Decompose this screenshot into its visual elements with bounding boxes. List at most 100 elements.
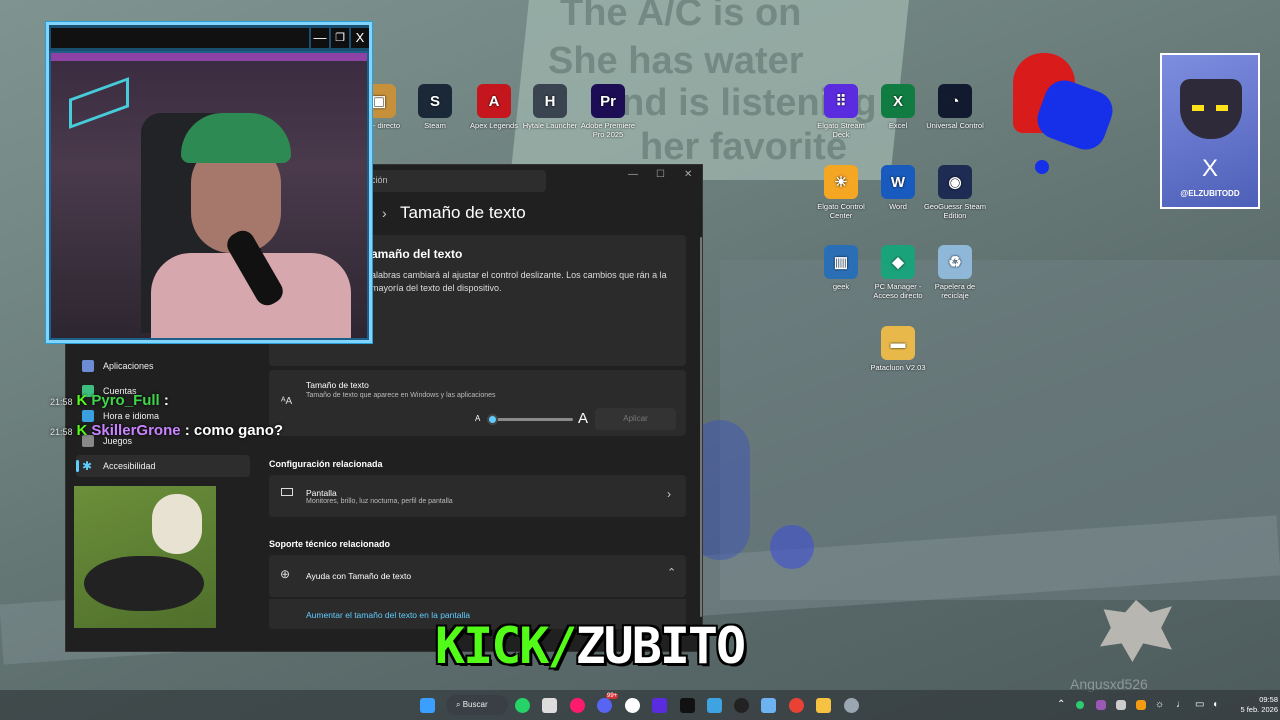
desktop-icon-label: Adobe Premiere Pro 2025 [580,121,636,139]
settings-gear-icon[interactable] [844,698,859,713]
kick-logo-icon: K [76,392,88,409]
minimize-icon[interactable]: — [628,169,638,180]
app-icon: W [881,165,915,199]
social-badge: X @ELZUBITODD [1160,53,1260,209]
sidebar-item-label: Accesibilidad [103,461,156,471]
display-title: Pantalla [306,488,337,498]
taskbar-search[interactable]: ⌕ Buscar [446,695,508,715]
webcam-titlebar[interactable]: — ❐ X [49,25,369,51]
dog-picture [74,486,216,628]
remote-desktop-icon[interactable] [761,698,776,713]
search-icon: ⌕ [456,700,463,709]
stream-deck-icon[interactable] [652,698,667,713]
text-size-description: Tamaño de texto que aparece en Windows y… [306,392,496,399]
maximize-icon[interactable]: ☐ [656,169,665,180]
desktop-icon[interactable]: ▬ Patacluon V2.03 [865,326,931,372]
windows-start-icon[interactable] [420,698,435,713]
display-description: Monitores, brillo, luz nocturna, perfil … [306,498,453,505]
app-icon: A [477,84,511,118]
chat-message: 21:58 K Pyro_Full : [50,392,169,409]
kick-overlay: KICK/ZUBITO [435,617,747,675]
desktop-icon[interactable]: ◉ GeoGuessr Steam Edition [922,165,988,220]
app-icon: ◔ [938,84,972,118]
folder-icon[interactable] [816,698,831,713]
display-link-card[interactable]: Pantalla Monitores, brillo, luz nocturna… [269,475,686,517]
monitor-icon[interactable]: ▭ [1195,699,1204,710]
settings-search-input[interactable]: ción [361,170,546,192]
minimize-icon[interactable]: — [311,28,329,48]
close-icon[interactable]: X [351,28,369,48]
slider-large-label: A [578,410,589,427]
whatsapp-icon[interactable] [515,698,530,713]
text-size-icon: ᴬA [281,396,293,407]
photos-icon[interactable] [707,698,722,713]
related-settings-heading: Configuración relacionada [269,459,383,469]
slider-thumb[interactable] [487,414,498,425]
chat-username: Pyro_Full [91,392,160,409]
google-icon[interactable] [625,698,640,713]
sidebar-item-aplicaciones[interactable]: Aplicaciones [76,355,250,377]
brightness-icon[interactable]: ☼ [1155,699,1164,710]
app-icon: X [881,84,915,118]
sidebar-item-accesibilidad[interactable]: ✱ Accesibilidad [76,455,250,477]
help-title: Ayuda con Tamaño de texto [306,571,412,581]
discord-icon[interactable]: 99+ [597,693,619,713]
chat-text: : [163,392,169,409]
desktop-icon[interactable]: ◔ Universal Control [922,84,988,130]
taskbar: ⌕ Buscar 99+ ⌃ ☼ ♩ ▭ ◖ 09:58 5 feb. 2026 [0,690,1280,720]
text-size-title: Tamaño de texto [306,380,369,390]
universal-control-icon[interactable] [680,698,695,713]
channel-name: ZUBITO [575,617,747,675]
desktop-icon-label: Hytale Launcher [522,121,578,130]
monitor-icon [281,488,293,496]
desktop-icon-label: Patacluon V2.03 [870,363,926,372]
chevron-up-icon: ⌃ [667,567,677,579]
desktop-icon[interactable]: H Hytale Launcher [517,84,583,130]
among-us-character [1005,45,1119,174]
calendar-icon[interactable] [542,698,557,713]
chevron-up-icon[interactable]: ⌃ [1057,699,1065,710]
close-icon[interactable]: ✕ [684,169,692,180]
app-icon: S [418,84,452,118]
support-heading: Soporte técnico relacionado [269,539,391,549]
app-icon: ☀ [824,165,858,199]
preview-description: alabras cambiará al ajustar el control d… [371,270,667,293]
desktop-icon[interactable]: Pr Adobe Premiere Pro 2025 [575,84,641,139]
tray-app-icon[interactable] [1136,700,1146,710]
badge-handle: @ELZUBITODD [1180,189,1240,198]
chat-timestamp: 21:58 [50,397,73,407]
clock-time: 09:58 [1259,695,1278,704]
app-icon: H [533,84,567,118]
chrome-icon[interactable] [789,698,804,713]
kick-logo-icon: K [76,422,88,439]
chat-text: : como gano? [184,422,284,439]
app-icon: ◉ [938,165,972,199]
webcam-window: — ❐ X [46,22,372,343]
tray-status-icon[interactable] [1076,701,1084,709]
microphone-icon[interactable]: ♩ [1176,699,1186,710]
desktop-icon[interactable]: ♻ Papelera de reciclaje [922,245,988,300]
obs-icon[interactable] [734,698,749,713]
slider-small-label: A [475,414,481,423]
scrollbar[interactable] [700,237,702,617]
opera-icon[interactable] [570,698,585,713]
chevron-right-icon: › [667,487,671,501]
sidebar-item-label: Aplicaciones [103,361,154,371]
x-logo-icon: X [1201,155,1218,182]
preview-title: amaño del texto [371,247,463,261]
text-size-slider[interactable] [487,414,573,425]
wallpaper-text-2: She has water [548,40,804,82]
taskbar-clock[interactable]: 09:58 5 feb. 2026 [1228,695,1278,715]
help-expander[interactable]: ⊕ Ayuda con Tamaño de texto ⌃ [269,555,686,597]
desktop-icon-label: Papelera de reciclaje [934,282,976,300]
page-title: Tamaño de texto [400,203,526,222]
globe-icon: ⊕ [280,567,291,581]
tray-app-icon[interactable] [1096,700,1106,710]
tray-app-icon[interactable] [1116,700,1126,710]
kick-label: KICK/ [435,617,578,675]
restore-icon[interactable]: ❐ [331,28,349,48]
accessibility-icon: ✱ [82,459,93,473]
apply-button[interactable]: Aplicar [595,408,676,430]
app-icon: ▬ [881,326,915,360]
speaker-icon[interactable]: ◖ [1212,699,1218,710]
